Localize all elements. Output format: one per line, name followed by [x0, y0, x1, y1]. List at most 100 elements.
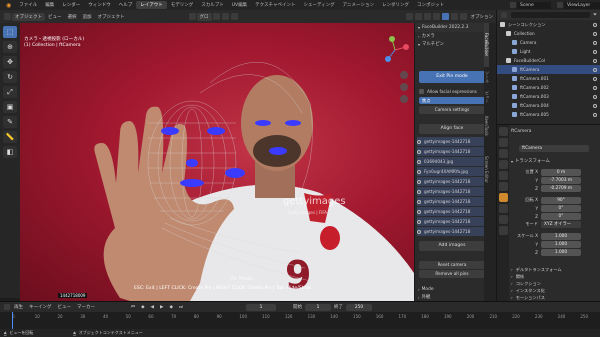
playhead[interactable]: [12, 312, 13, 329]
navigation-gizmo[interactable]: [380, 35, 410, 65]
constraint-props-icon[interactable]: [498, 215, 508, 224]
location-x-field[interactable]: 0 m: [541, 168, 581, 176]
world-props-icon[interactable]: [498, 182, 508, 191]
scene-selector[interactable]: Scene: [517, 1, 551, 9]
reset-camera-button[interactable]: Reset camera: [419, 261, 485, 269]
jump-end-icon[interactable]: ⏭: [176, 303, 186, 311]
image-list-item[interactable]: gettyimages-1442718: [417, 227, 485, 236]
visibility-eye-icon[interactable]: [593, 40, 597, 45]
exit-pin-mode-button[interactable]: Exit Pin mode: [419, 71, 485, 83]
rotation-mode-select[interactable]: XYZ オイラー: [541, 220, 581, 228]
properties-section[interactable]: › コレクション: [511, 280, 599, 287]
overlay-toggle-icon[interactable]: [423, 13, 431, 20]
menu-render[interactable]: レンダー: [58, 2, 84, 8]
object-props-icon[interactable]: [498, 193, 508, 202]
output-props-icon[interactable]: [498, 149, 508, 158]
properties-section[interactable]: › デルタトランスフォーム: [511, 266, 599, 273]
play-reverse-icon[interactable]: ◀: [148, 304, 157, 311]
outliner-item[interactable]: ftCamera.003: [497, 92, 600, 101]
outliner-item[interactable]: シーンコレクション: [497, 20, 600, 29]
tab-view[interactable]: ビュー: [484, 87, 490, 107]
menu-object[interactable]: オブジェクト: [95, 13, 128, 21]
outliner-search-input[interactable]: [511, 12, 590, 18]
workspace-tab-compositing[interactable]: コンポジット: [413, 1, 448, 9]
next-key-icon[interactable]: ◆: [166, 304, 175, 311]
view-layer-selector[interactable]: ViewLayer: [564, 1, 600, 9]
shading-rendered-icon[interactable]: [459, 13, 467, 20]
menu-view[interactable]: ビュー: [45, 13, 65, 21]
multipin-section[interactable]: マルチピン: [422, 41, 444, 47]
allow-expressions-checkbox[interactable]: [419, 88, 424, 94]
timeline-menu-marker[interactable]: マーカー: [74, 303, 98, 311]
camera-view-icon[interactable]: [400, 95, 408, 103]
measure-tool-icon[interactable]: 📏: [3, 131, 17, 143]
play-icon[interactable]: ▶: [157, 304, 166, 311]
physics-props-icon[interactable]: [498, 204, 508, 213]
visibility-eye-icon[interactable]: [593, 112, 597, 117]
mode-selector[interactable]: オブジェクト: [12, 12, 45, 21]
collapse-arrow-icon[interactable]: ›: [418, 34, 420, 39]
workspace-tab-sculpt[interactable]: スカルプト: [197, 1, 228, 9]
image-list-item[interactable]: gettyimages-1442718: [417, 137, 485, 146]
menu-edit[interactable]: 編集: [41, 2, 58, 8]
timeline-menu-playback[interactable]: 再生: [11, 303, 26, 311]
annotate-tool-icon[interactable]: ✎: [3, 116, 17, 128]
outliner-item[interactable]: ftCamera: [497, 65, 600, 74]
view-layer-props-icon[interactable]: [498, 160, 508, 169]
menu-help[interactable]: ヘルプ: [115, 2, 137, 8]
filter-icon[interactable]: ⏷: [593, 12, 597, 18]
outliner-editor-icon[interactable]: [501, 12, 507, 18]
rotation-z-field[interactable]: 0°: [541, 212, 581, 220]
camera-section[interactable]: カメラ: [422, 33, 435, 39]
visibility-eye-icon[interactable]: [593, 22, 597, 27]
pan-hand-icon[interactable]: [400, 83, 408, 91]
rotate-tool-icon[interactable]: ↻: [3, 71, 17, 83]
menu-window[interactable]: ウィンドウ: [84, 2, 115, 8]
tab-screen-editor[interactable]: Screen Editor: [484, 145, 489, 193]
visibility-eye-icon[interactable]: [593, 103, 597, 108]
scale-tool-icon[interactable]: ⤢: [3, 86, 17, 98]
start-frame-field[interactable]: 1: [305, 303, 331, 311]
pivot-icon[interactable]: [212, 13, 220, 20]
image-list-item[interactable]: gettyimages-1442718: [417, 197, 485, 206]
menu-add[interactable]: 追加: [80, 13, 95, 21]
add-cube-tool-icon[interactable]: ◧: [3, 146, 17, 158]
scene-props-icon[interactable]: [498, 171, 508, 180]
image-list-item[interactable]: gettyimages-1442718: [417, 177, 485, 186]
outliner-item[interactable]: FaceBuilderCol: [497, 56, 600, 65]
outliner-item[interactable]: Camera: [497, 38, 600, 47]
xray-icon[interactable]: [432, 13, 440, 20]
appearance-section[interactable]: 外観: [422, 294, 431, 300]
gizmo-toggle-icon[interactable]: [414, 13, 422, 20]
menu-file[interactable]: ファイル: [15, 2, 41, 8]
move-tool-icon[interactable]: ✥: [3, 56, 17, 68]
transform-orientation-icon[interactable]: [188, 13, 196, 20]
scale-z-field[interactable]: 1.000: [541, 248, 581, 256]
image-list-item[interactable]: gettyimages-1442718: [417, 217, 485, 226]
tab-facebuilder[interactable]: FaceBuilder: [484, 23, 489, 67]
add-images-button[interactable]: Add images: [419, 241, 485, 251]
visibility-eye-icon[interactable]: [593, 58, 597, 63]
transform-section[interactable]: トランスフォーム: [515, 158, 550, 164]
menu-select[interactable]: 選択: [65, 13, 80, 21]
location-z-field[interactable]: -0.2709 m: [541, 184, 581, 192]
image-list-item[interactable]: 03694043.jpg: [417, 157, 485, 166]
image-list-item[interactable]: gettyimages-1442718: [417, 187, 485, 196]
transform-tool-icon[interactable]: ▣: [3, 101, 17, 113]
workspace-tab-texture-paint[interactable]: テクスチャペイント: [251, 1, 299, 9]
workspace-tab-modeling[interactable]: モデリング: [167, 1, 198, 9]
visibility-eye-icon[interactable]: [593, 76, 597, 81]
snap-icon[interactable]: [221, 13, 229, 20]
properties-section[interactable]: › 関係: [511, 273, 599, 280]
align-face-button[interactable]: Align face: [419, 124, 485, 134]
visibility-eye-icon[interactable]: [593, 49, 597, 54]
timeline-editor-icon[interactable]: [4, 304, 10, 310]
tab-keentools[interactable]: KeenTools: [484, 107, 489, 145]
shading-material-icon[interactable]: [450, 13, 458, 20]
workspace-tab-layout[interactable]: レイアウト: [136, 1, 167, 9]
tab-tool[interactable]: ツール: [484, 67, 490, 87]
scale-y-field[interactable]: 1.000: [541, 240, 581, 248]
workspace-tab-rendering[interactable]: レンダリング: [378, 1, 413, 9]
visibility-eye-icon[interactable]: [593, 94, 597, 99]
outliner-item[interactable]: ftCamera.005: [497, 110, 600, 119]
